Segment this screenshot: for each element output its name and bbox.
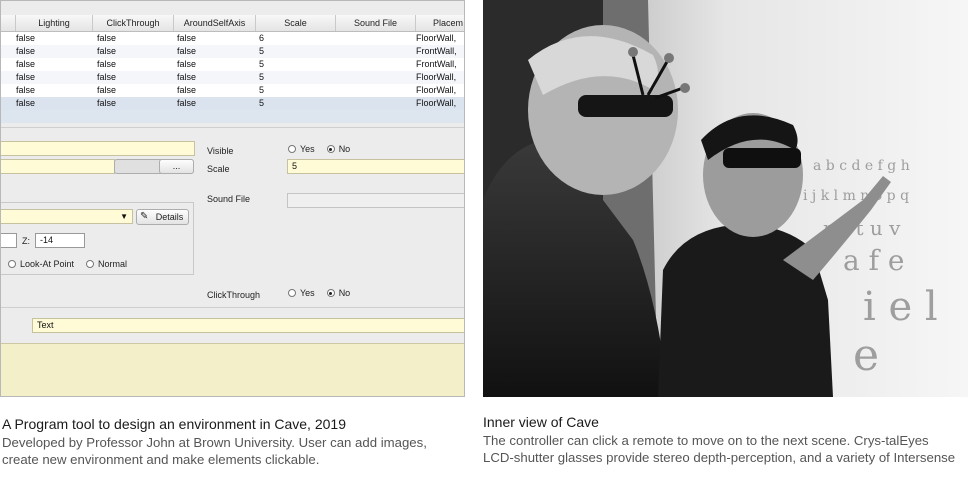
visible-yes-label: Yes (300, 144, 315, 154)
column-header-aroundselfaxis[interactable]: AroundSelfAxis (174, 15, 256, 31)
column-header-clickthrough[interactable]: ClickThrough (93, 15, 174, 31)
cell-clickthrough: false (97, 46, 117, 56)
pencil-icon: ✎ (140, 211, 149, 222)
svg-text:i j k l m n o p q: i j k l m n o p q (803, 188, 909, 204)
cell-aroundselfaxis: false (177, 85, 197, 95)
name-input[interactable] (1, 141, 195, 156)
cell-aroundselfaxis: false (177, 33, 197, 43)
cell-scale: 5 (259, 85, 265, 95)
cell-placement: FloorWall, (416, 72, 457, 82)
table-body: false false false 6 FloorWall, false fal… (1, 32, 464, 110)
scale-input[interactable]: 5 (287, 159, 464, 174)
sound-file-label: Sound File (207, 194, 251, 204)
cell-scale: 5 (259, 72, 265, 82)
visible-no-label: No (338, 144, 351, 154)
table-row[interactable]: false false false 5 FloorWall, (1, 84, 464, 97)
cell-lighting: false (16, 59, 36, 69)
table-scroll-area[interactable] (1, 110, 464, 123)
svg-text:e: e (853, 330, 879, 381)
svg-text:a b c d e f g h: a b c d e f g h (813, 158, 910, 174)
column-header-scale[interactable]: Scale (256, 15, 336, 31)
cell-clickthrough: false (97, 59, 117, 69)
cell-aroundselfaxis: false (177, 72, 197, 82)
visible-label: Visible (207, 146, 234, 156)
divider (1, 307, 464, 308)
cell-scale: 6 (259, 33, 265, 43)
visible-radio-group: Yes No (288, 144, 362, 154)
chevron-down-icon: ▼ (120, 212, 128, 221)
table-row[interactable]: false false false 5 FrontWall, (1, 58, 464, 71)
clickthrough-yes-radio[interactable] (288, 289, 296, 297)
cave-photo-illustration: a b c d e f g h i j k l m n o p q r s t … (483, 0, 968, 397)
cell-placement: FrontWall, (416, 59, 457, 69)
look-at-point-label: Look-At Point (20, 259, 75, 269)
clickthrough-radio-group: Yes No (288, 288, 362, 298)
divider (1, 127, 464, 128)
cell-aroundselfaxis: false (177, 59, 197, 69)
table-row[interactable]: false false false 6 FloorWall, (1, 32, 464, 45)
cell-clickthrough: false (97, 72, 117, 82)
cell-placement: FloorWall, (416, 85, 457, 95)
cell-scale: 5 (259, 59, 265, 69)
z-label: Z: (22, 236, 30, 246)
elements-table: Lighting ClickThrough AroundSelfAxis Sca… (1, 15, 464, 123)
z-input[interactable]: -14 (35, 233, 85, 248)
placement-select[interactable]: ▼ (1, 209, 133, 224)
details-button[interactable]: ✎ Details (136, 209, 189, 225)
clickthrough-no-label: No (338, 288, 351, 298)
column-header-sound-file[interactable]: Sound File (336, 15, 416, 31)
left-caption-title: A Program tool to design an environment … (2, 416, 346, 432)
column-header-placement[interactable]: Placem (416, 15, 464, 31)
cell-scale: 5 (259, 98, 265, 108)
normal-radio[interactable] (86, 260, 95, 268)
clickthrough-label: ClickThrough (207, 290, 261, 300)
look-at-point-radio[interactable] (8, 260, 16, 268)
details-label: Details (155, 212, 184, 222)
orientation-radio-group: Look-At Point Normal (8, 259, 139, 269)
table-row[interactable]: false false false 5 FloorWall, (1, 71, 464, 84)
cave-tool-screenshot: Lighting ClickThrough AroundSelfAxis Sca… (0, 0, 465, 397)
cell-aroundselfaxis: false (177, 46, 197, 56)
normal-label: Normal (98, 259, 128, 269)
cell-clickthrough: false (97, 85, 117, 95)
cell-aroundselfaxis: false (177, 98, 197, 108)
table-row[interactable]: false false false 5 FrontWall, (1, 45, 464, 58)
cell-lighting: false (16, 85, 36, 95)
cell-placement: FloorWall, (416, 33, 457, 43)
cell-lighting: false (16, 98, 36, 108)
cell-clickthrough: false (97, 98, 117, 108)
cell-clickthrough: false (97, 33, 117, 43)
right-caption-body: The controller can click a remote to mov… (483, 433, 956, 465)
image-path-input[interactable] (1, 159, 115, 174)
table-header: Lighting ClickThrough AroundSelfAxis Sca… (1, 15, 464, 32)
cave-photo: a b c d e f g h i j k l m n o p q r s t … (483, 0, 968, 397)
svg-text:a f e: a f e (843, 244, 904, 277)
browse-button[interactable]: ... (159, 159, 194, 174)
right-caption-title: Inner view of Cave (483, 414, 599, 430)
left-caption-body: Developed by Professor John at Brown Uni… (2, 435, 427, 467)
y-input[interactable] (1, 233, 17, 248)
visible-no-radio[interactable] (326, 145, 335, 153)
sound-file-input[interactable] (287, 193, 464, 208)
svg-text:i e l: i e l (863, 284, 938, 330)
cell-placement: FloorWall, (416, 98, 457, 108)
scale-label: Scale (207, 164, 230, 174)
cell-scale: 5 (259, 46, 265, 56)
cell-lighting: false (16, 46, 36, 56)
cell-lighting: false (16, 33, 36, 43)
table-row-selected[interactable]: false false false 5 FloorWall, (1, 97, 464, 110)
text-input[interactable]: Text (32, 318, 464, 333)
cell-lighting: false (16, 72, 36, 82)
column-header-blank (1, 15, 16, 31)
column-header-lighting[interactable]: Lighting (16, 15, 93, 31)
cell-placement: FrontWall, (416, 46, 457, 56)
visible-yes-radio[interactable] (288, 145, 296, 153)
clickthrough-no-radio[interactable] (326, 289, 335, 297)
text-content-area[interactable] (1, 343, 464, 396)
clickthrough-yes-label: Yes (300, 288, 315, 298)
